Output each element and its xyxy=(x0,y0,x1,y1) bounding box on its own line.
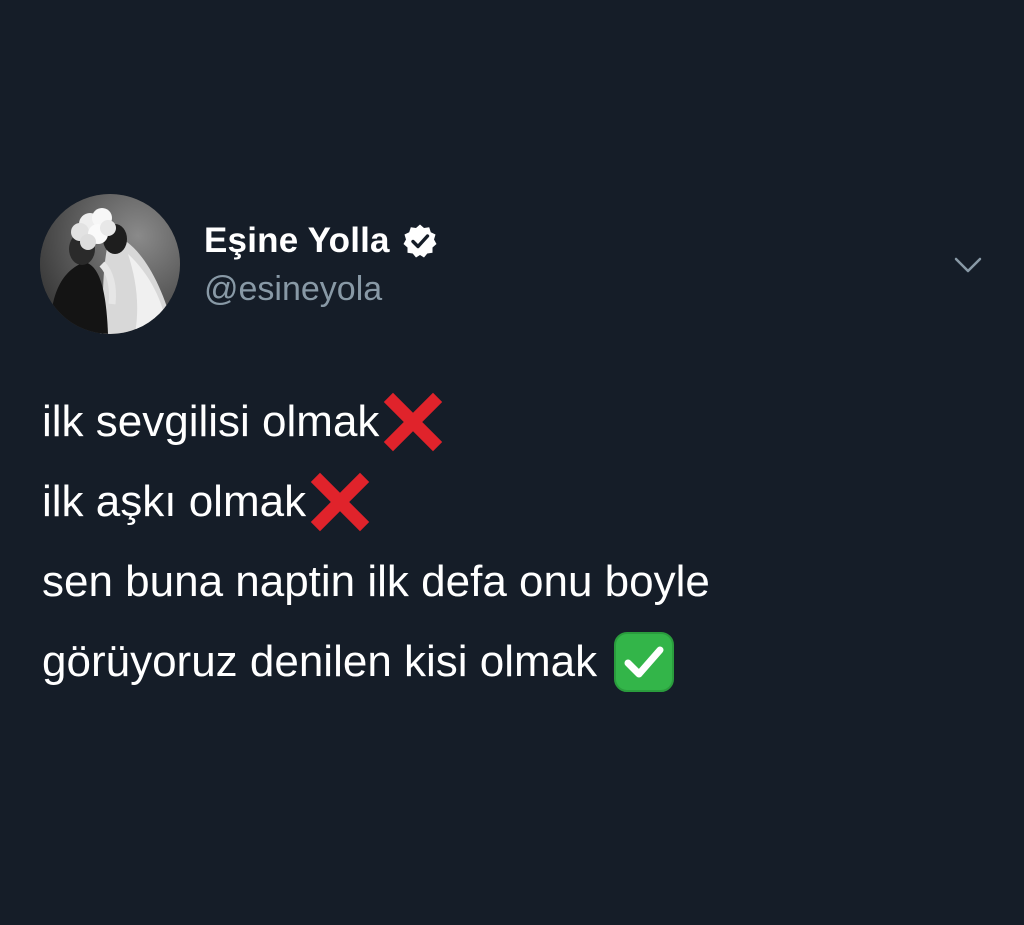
tweet-line-text: görüyoruz denilen kisi olmak xyxy=(42,637,598,686)
verified-badge-icon xyxy=(402,223,438,259)
tweet-text: ilk sevgilisi olmak ilk aşkı olmak sen b… xyxy=(42,382,992,702)
tweet-line: sen buna naptin ilk defa onu boyle xyxy=(42,542,992,622)
user-handle[interactable]: @esineyola xyxy=(204,270,382,309)
tweet-line-text: ilk sevgilisi olmak xyxy=(42,397,380,446)
tweet-line: ilk aşkı olmak xyxy=(42,462,992,542)
tweet-line: ilk sevgilisi olmak xyxy=(42,382,992,462)
tweet-line: görüyoruz denilen kisi olmak xyxy=(42,622,992,702)
display-name-row: Eşine Yolla xyxy=(204,218,438,264)
chevron-down-icon[interactable] xyxy=(948,250,988,280)
tweet-card: Eşine Yolla @esineyola ilk sevgilisi olm… xyxy=(0,0,1024,925)
avatar[interactable] xyxy=(40,194,180,334)
cross-mark-icon xyxy=(310,472,370,532)
profile-photo-icon xyxy=(40,194,180,334)
tweet-line-text: ilk aşkı olmak xyxy=(42,477,307,526)
cross-mark-icon xyxy=(383,392,443,452)
display-name[interactable]: Eşine Yolla xyxy=(204,221,390,261)
check-mark-icon xyxy=(613,631,675,693)
tweet-line-text: sen buna naptin ilk defa onu boyle xyxy=(42,557,710,606)
